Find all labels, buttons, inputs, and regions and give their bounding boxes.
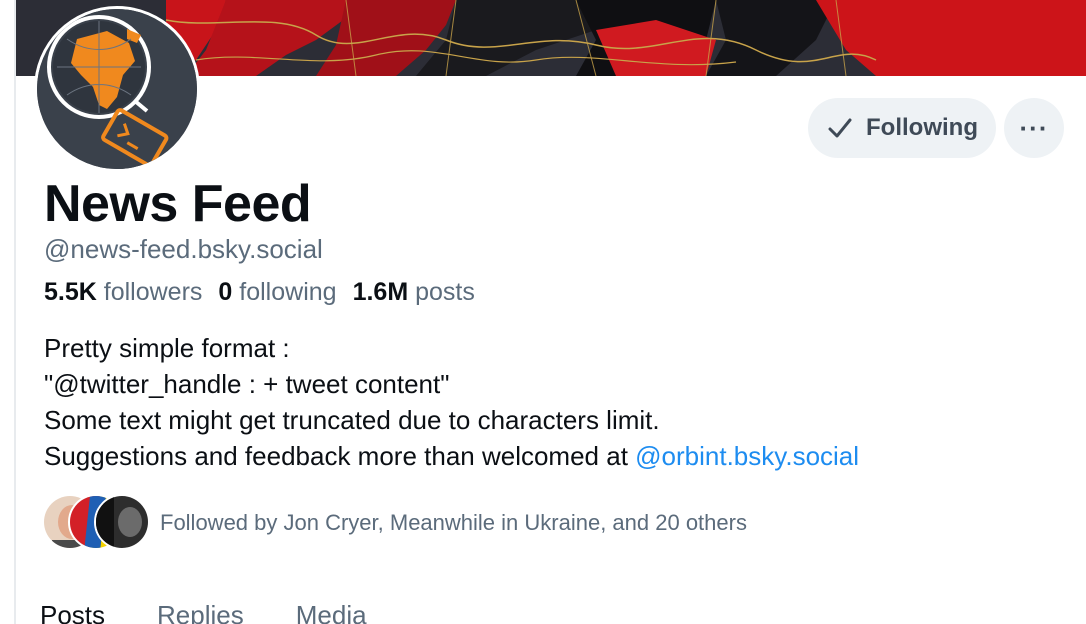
followed-by-row[interactable]: Followed by Jon Cryer, Meanwhile in Ukra… <box>42 494 747 550</box>
profile-display-name: News Feed <box>44 175 312 233</box>
profile-bio: Pretty simple format : "@twitter_handle … <box>44 330 859 474</box>
followed-by-text: Followed by Jon Cryer, Meanwhile in Ukra… <box>160 510 747 535</box>
bio-line: Suggestions and feedback more than welco… <box>44 438 859 474</box>
bio-line: Some text might get truncated due to cha… <box>44 405 660 435</box>
profile-avatar[interactable] <box>34 6 200 172</box>
left-divider <box>14 0 16 624</box>
tab-posts[interactable]: Posts <box>40 600 105 624</box>
tab-media[interactable]: Media <box>296 600 367 624</box>
bio-line: Pretty simple format : <box>44 333 290 363</box>
more-options-button[interactable]: ··· <box>1004 98 1064 158</box>
profile-tabs: Posts Replies Media <box>40 600 419 624</box>
followers-label: followers <box>103 278 203 306</box>
following-button[interactable]: Following <box>808 98 996 158</box>
following-button-label: Following <box>866 114 978 141</box>
bio-line: "@twitter_handle : + tweet content" <box>44 369 450 399</box>
posts-count: 1.6M <box>352 278 409 306</box>
follower-avatar <box>94 494 150 550</box>
profile-handle[interactable]: @news-feed.bsky.social <box>44 234 323 265</box>
tab-replies[interactable]: Replies <box>157 600 244 624</box>
followers-count: 5.5K <box>44 278 97 306</box>
avatar-image <box>37 9 197 169</box>
following-stat[interactable]: 0 following <box>218 278 336 307</box>
globe-logo <box>37 9 197 169</box>
bio-text: Suggestions and feedback more than welco… <box>44 441 636 471</box>
following-label: following <box>239 278 337 306</box>
more-icon: ··· <box>1019 112 1049 143</box>
followers-stat[interactable]: 5.5K followers <box>44 278 202 307</box>
bio-mention-link[interactable]: @orbint.bsky.social <box>635 441 859 471</box>
posts-label: posts <box>415 278 475 306</box>
following-count: 0 <box>218 278 233 306</box>
profile-stats: 5.5K followers 0 following 1.6M posts <box>44 278 475 307</box>
posts-stat: 1.6M posts <box>353 278 475 307</box>
check-icon <box>828 118 852 138</box>
